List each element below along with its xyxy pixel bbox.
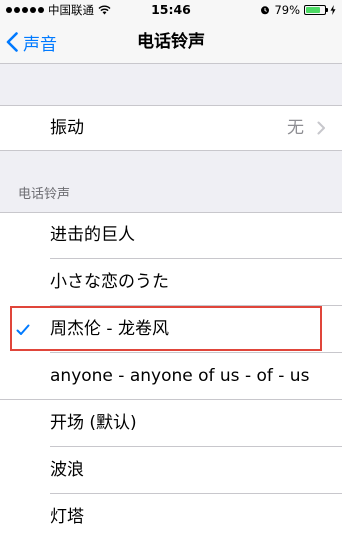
ringtone-section-header: 电话铃声 xyxy=(18,187,71,202)
ringtone-row[interactable]: 进击的巨人 xyxy=(0,212,342,259)
battery-icon xyxy=(304,5,328,15)
ringtone-label: 周杰伦 - 龙卷风 xyxy=(50,319,169,339)
ringtone-label: 灯塔 xyxy=(50,507,84,527)
checkmark-icon xyxy=(16,324,30,335)
vibration-value: 无 xyxy=(287,118,304,138)
alarm-icon xyxy=(261,6,270,15)
back-button[interactable]: 声音 xyxy=(6,20,57,64)
back-button-label: 声音 xyxy=(23,34,57,55)
status-bar: 中国联通 15:46 79% xyxy=(0,0,342,20)
vibration-label: 振动 xyxy=(50,118,84,138)
chevron-left-icon xyxy=(6,32,18,52)
ringtone-row[interactable]: 开场 (默认) xyxy=(0,400,342,447)
battery-fill xyxy=(306,7,321,13)
ringtone-row[interactable]: 波浪 xyxy=(0,447,342,494)
ringtone-row[interactable]: 小さな恋のうた xyxy=(0,259,342,306)
battery-percent: 79% xyxy=(274,3,300,17)
ringtone-row[interactable]: 灯塔 xyxy=(0,494,342,542)
vibration-cell[interactable]: 振动 无 xyxy=(0,105,342,151)
ringtone-row[interactable]: anyone - anyone of us - of - us xyxy=(0,353,342,400)
navigation-bar: 声音 电话铃声 xyxy=(0,20,342,64)
chevron-right-icon xyxy=(317,121,325,135)
ringtone-settings-screen: 中国联通 15:46 79% 声音 电话铃声 振动 无 电话铃声 进击的巨人 小… xyxy=(0,0,342,542)
ringtone-label: anyone - anyone of us - of - us xyxy=(50,366,310,386)
ringtone-label: 小さな恋のうた xyxy=(50,272,169,292)
ringtone-row-selected[interactable]: 周杰伦 - 龙卷风 xyxy=(0,306,342,353)
ringtone-label: 开场 (默认) xyxy=(50,413,137,433)
charging-icon xyxy=(330,5,336,15)
ringtone-label: 进击的巨人 xyxy=(50,225,135,245)
status-right: 79% xyxy=(260,3,336,17)
ringtone-label: 波浪 xyxy=(50,460,84,480)
